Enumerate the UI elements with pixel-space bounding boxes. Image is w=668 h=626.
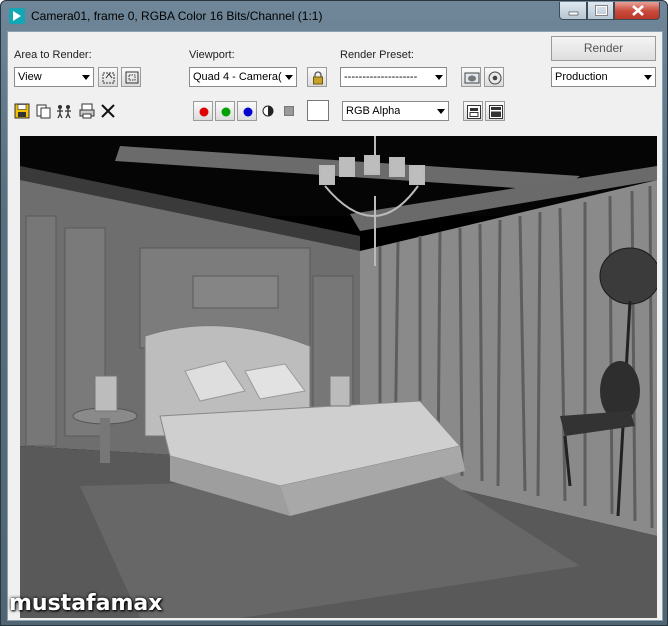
window-title: Camera01, frame 0, RGBA Color 16 Bits/Ch… <box>31 9 323 23</box>
render-frame-window: Camera01, frame 0, RGBA Color 16 Bits/Ch… <box>0 0 668 626</box>
rendered-image <box>20 136 657 618</box>
area-to-render-value: View <box>18 71 42 83</box>
save-icon[interactable] <box>13 102 31 120</box>
edit-region-icon <box>102 72 115 84</box>
toggle-ui-button[interactable] <box>485 101 505 121</box>
lock-viewport-button[interactable] <box>307 67 327 87</box>
area-to-render-dropdown[interactable]: View <box>14 67 94 87</box>
chevron-down-icon <box>437 109 445 114</box>
blue-dot-icon <box>243 107 253 117</box>
render-preset-dropdown[interactable]: -------------------- <box>340 67 447 87</box>
copy-image-icon[interactable] <box>34 102 52 120</box>
chevron-down-icon <box>82 75 90 80</box>
environment-button[interactable] <box>484 67 504 87</box>
channel-value: RGB Alpha <box>346 105 401 117</box>
viewport-label: Viewport: <box>189 49 235 61</box>
chevron-down-icon <box>644 75 652 80</box>
red-dot-icon <box>199 107 209 117</box>
chevron-down-icon <box>285 75 293 80</box>
viewport-dropdown[interactable]: Quad 4 - Camera( <box>189 67 297 87</box>
auto-region-button[interactable] <box>121 67 141 87</box>
print-icon[interactable] <box>78 102 96 120</box>
clear-icon[interactable] <box>99 102 117 120</box>
blue-channel-toggle[interactable] <box>237 101 257 121</box>
minimize-button[interactable] <box>559 2 587 20</box>
teapot-render-icon <box>464 72 480 84</box>
title-bar[interactable]: Camera01, frame 0, RGBA Color 16 Bits/Ch… <box>1 1 667 31</box>
chevron-down-icon <box>435 75 443 80</box>
app-icon[interactable] <box>9 8 25 24</box>
render-frame-client: Area to Render: Viewport: Render Preset:… <box>7 31 663 621</box>
monochrome-icon[interactable] <box>280 102 298 120</box>
ui-overlay-icon <box>467 105 481 119</box>
toggle-ui-overlay-button[interactable] <box>463 101 483 121</box>
edit-region-button[interactable] <box>98 67 118 87</box>
close-button[interactable] <box>614 2 660 20</box>
environment-icon <box>488 71 502 85</box>
channel-dropdown[interactable]: RGB Alpha <box>342 101 449 121</box>
render-preset-value: -------------------- <box>344 71 418 83</box>
render-setup-button[interactable] <box>461 67 481 87</box>
alpha-channel-icon[interactable] <box>259 102 277 120</box>
maximize-button[interactable] <box>587 2 614 20</box>
viewport-value: Quad 4 - Camera( <box>193 71 282 83</box>
green-dot-icon <box>221 107 231 117</box>
watermark: mustafamax <box>9 591 163 616</box>
bedroom-render <box>20 136 657 618</box>
render-preset-label: Render Preset: <box>340 49 414 61</box>
production-dropdown[interactable]: Production <box>551 67 656 87</box>
auto-region-icon <box>125 71 139 84</box>
area-to-render-label: Area to Render: <box>14 49 92 61</box>
toggle-ui-icon <box>489 105 503 119</box>
render-button[interactable]: Render <box>551 36 656 61</box>
production-value: Production <box>555 71 608 83</box>
color-swatch[interactable] <box>307 100 329 121</box>
clone-frame-icon[interactable] <box>55 102 73 120</box>
lock-icon <box>313 71 323 85</box>
red-channel-toggle[interactable] <box>193 101 213 121</box>
green-channel-toggle[interactable] <box>215 101 235 121</box>
